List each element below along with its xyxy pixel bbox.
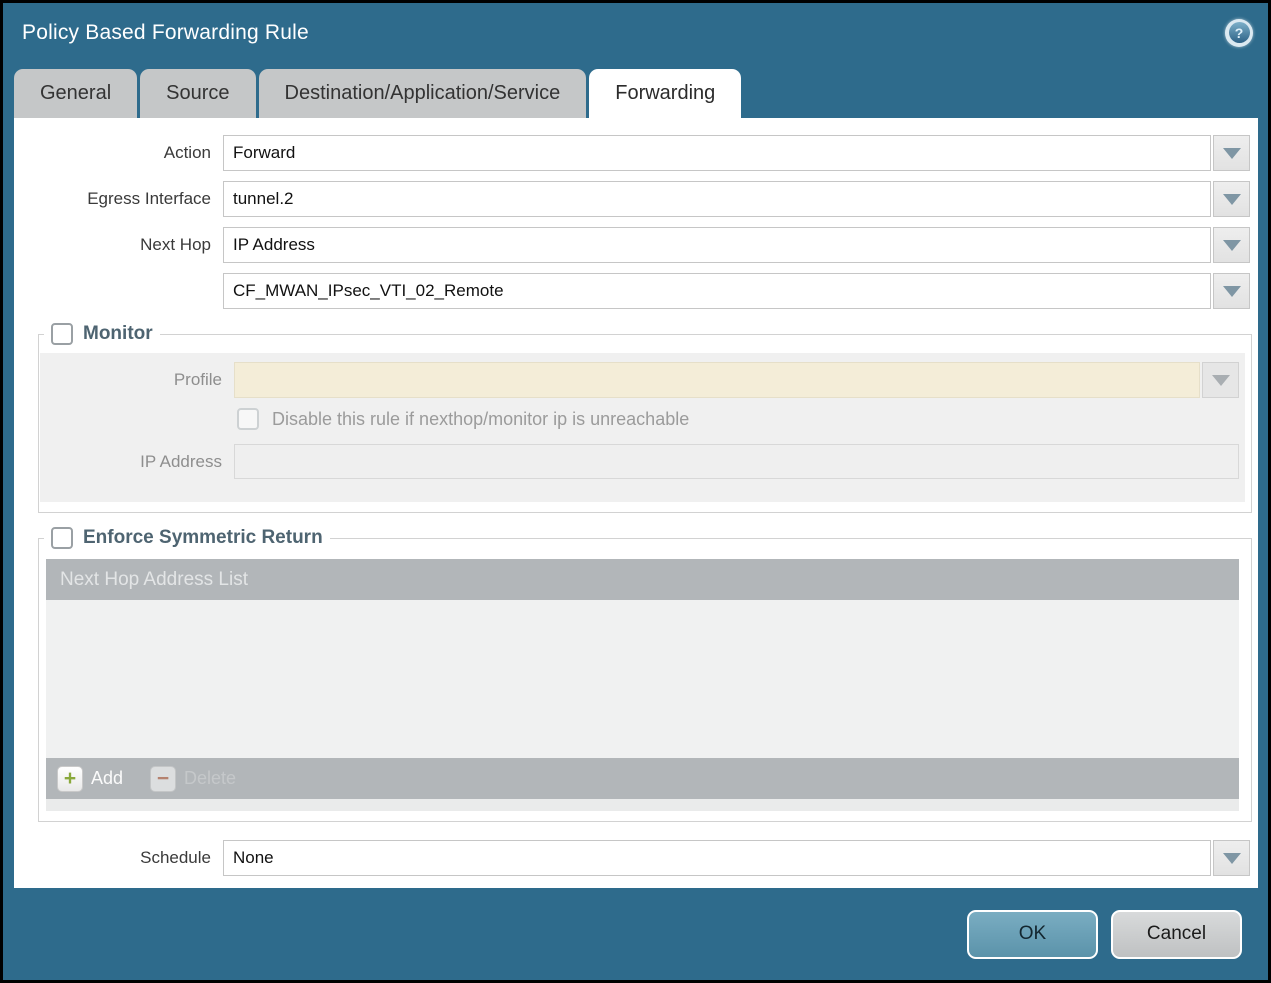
- question-mark-glyph: ?: [1229, 22, 1250, 43]
- next-hop-address-list-toolbar: + Add − Delete: [46, 758, 1239, 799]
- chevron-down-icon: [1223, 853, 1241, 864]
- profile-input: [234, 362, 1200, 398]
- action-input[interactable]: Forward: [223, 135, 1211, 171]
- enforce-symmetric-return-legend: Enforce Symmetric Return: [44, 527, 330, 549]
- tab-strip: General Source Destination/Application/S…: [14, 62, 1258, 118]
- tab-source[interactable]: Source: [140, 69, 255, 118]
- monitor-ip-label: IP Address: [40, 452, 234, 472]
- monitor-fieldset: Monitor Profile Disable this rule if nex…: [38, 323, 1252, 513]
- minus-icon: −: [150, 766, 176, 792]
- tab-destination-application-service[interactable]: Destination/Application/Service: [259, 69, 587, 118]
- disable-rule-checkbox: [237, 408, 259, 430]
- disable-rule-label: Disable this rule if nexthop/monitor ip …: [272, 409, 689, 430]
- next-hop-address-list-table: Next Hop Address List + Add − Delete: [46, 559, 1239, 811]
- forwarding-tab-panel: Action Forward Egress Interface tunnel.2…: [14, 118, 1258, 888]
- next-hop-address-list-header-label: Next Hop Address List: [60, 569, 248, 591]
- monitor-legend-label: Monitor: [83, 323, 153, 345]
- delete-button-label: Delete: [184, 768, 236, 789]
- help-icon[interactable]: ?: [1225, 19, 1253, 47]
- plus-icon: +: [57, 766, 83, 792]
- egress-interface-input[interactable]: tunnel.2: [223, 181, 1211, 217]
- next-hop-address-row: CF_MWAN_IPsec_VTI_02_Remote: [14, 273, 1258, 309]
- table-bottom-strip: [46, 799, 1239, 811]
- chevron-down-icon: [1223, 148, 1241, 159]
- chevron-down-icon: [1223, 194, 1241, 205]
- monitor-legend: Monitor: [44, 323, 160, 345]
- next-hop-address-dropdown-button[interactable]: [1213, 273, 1250, 309]
- dialog-footer: OK Cancel: [3, 888, 1268, 980]
- disable-rule-row: Disable this rule if nexthop/monitor ip …: [237, 408, 1239, 430]
- schedule-dropdown-button[interactable]: [1213, 840, 1250, 876]
- schedule-row: Schedule None: [14, 840, 1258, 876]
- egress-interface-label: Egress Interface: [14, 189, 223, 209]
- profile-label: Profile: [40, 370, 234, 390]
- delete-button: − Delete: [150, 766, 236, 792]
- next-hop-row: Next Hop IP Address: [14, 227, 1258, 263]
- add-button[interactable]: + Add: [57, 766, 123, 792]
- egress-interface-row: Egress Interface tunnel.2: [14, 181, 1258, 217]
- action-row: Action Forward: [14, 135, 1258, 171]
- profile-dropdown-button: [1202, 362, 1239, 398]
- next-hop-type-input[interactable]: IP Address: [223, 227, 1211, 263]
- enforce-symmetric-return-legend-label: Enforce Symmetric Return: [83, 527, 323, 549]
- schedule-label: Schedule: [14, 848, 223, 868]
- ok-button[interactable]: OK: [967, 910, 1098, 959]
- action-dropdown-button[interactable]: [1213, 135, 1250, 171]
- next-hop-address-input[interactable]: CF_MWAN_IPsec_VTI_02_Remote: [223, 273, 1211, 309]
- monitor-ip-input: [234, 444, 1239, 479]
- schedule-input[interactable]: None: [223, 840, 1211, 876]
- profile-row: Profile: [40, 362, 1239, 398]
- chevron-down-icon: [1212, 375, 1230, 386]
- policy-based-forwarding-dialog: Policy Based Forwarding Rule ? General S…: [3, 3, 1268, 980]
- chevron-down-icon: [1223, 240, 1241, 251]
- next-hop-label: Next Hop: [14, 235, 223, 255]
- next-hop-address-list-body: [46, 600, 1239, 758]
- add-button-label: Add: [91, 768, 123, 789]
- dialog-title: Policy Based Forwarding Rule: [22, 21, 309, 45]
- cancel-button[interactable]: Cancel: [1111, 910, 1242, 959]
- next-hop-address-list-header: Next Hop Address List: [46, 559, 1239, 600]
- enforce-symmetric-return-checkbox[interactable]: [51, 527, 73, 549]
- action-label: Action: [14, 143, 223, 163]
- monitor-ip-row: IP Address: [40, 444, 1239, 479]
- tab-general[interactable]: General: [14, 69, 137, 118]
- chevron-down-icon: [1223, 286, 1241, 297]
- monitor-disabled-panel: Profile Disable this rule if nexthop/mon…: [40, 353, 1245, 502]
- egress-interface-dropdown-button[interactable]: [1213, 181, 1250, 217]
- monitor-checkbox[interactable]: [51, 323, 73, 345]
- next-hop-type-dropdown-button[interactable]: [1213, 227, 1250, 263]
- dialog-titlebar: Policy Based Forwarding Rule ?: [3, 3, 1268, 62]
- enforce-symmetric-return-fieldset: Enforce Symmetric Return Next Hop Addres…: [38, 527, 1252, 822]
- tab-forwarding[interactable]: Forwarding: [589, 69, 741, 118]
